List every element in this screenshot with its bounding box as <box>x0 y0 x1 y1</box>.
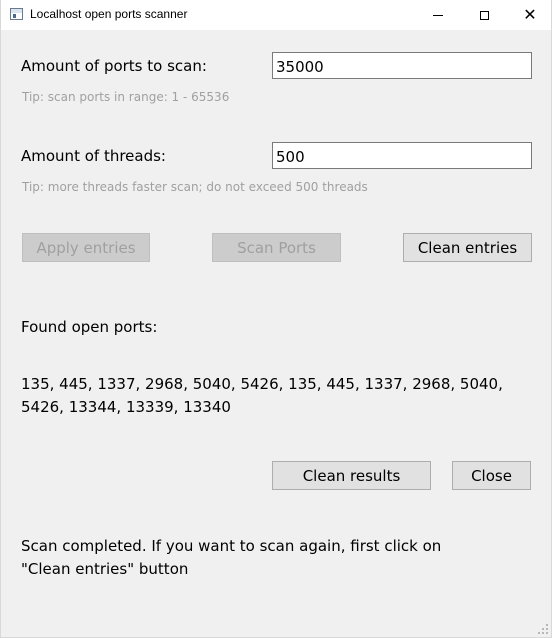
found-ports-list: 135, 445, 1337, 2968, 5040, 5426, 135, 4… <box>21 373 541 419</box>
app-icon <box>10 8 23 20</box>
clean-results-button[interactable]: Clean results <box>272 461 431 490</box>
ports-input[interactable] <box>272 52 532 79</box>
clean-entries-button[interactable]: Clean entries <box>403 233 532 262</box>
status-message: Scan completed. If you want to scan agai… <box>21 535 541 581</box>
threads-input[interactable] <box>272 142 532 169</box>
apply-entries-button[interactable]: Apply entries <box>22 233 150 262</box>
app-window: Localhost open ports scanner ✕ Amount of… <box>0 0 552 638</box>
status-line-2: "Clean entries" button <box>21 560 189 578</box>
scan-ports-button[interactable]: Scan Ports <box>212 233 341 262</box>
minimize-button[interactable] <box>415 0 461 30</box>
found-ports-line-2: 5426, 13344, 13339, 13340 <box>21 398 231 416</box>
close-window-button[interactable]: ✕ <box>507 0 551 30</box>
ports-tip: Tip: scan ports in range: 1 - 65536 <box>22 90 230 104</box>
close-icon: ✕ <box>523 5 537 24</box>
found-ports-label: Found open ports: <box>21 318 158 336</box>
title-bar[interactable]: Localhost open ports scanner ✕ <box>1 0 551 30</box>
threads-label: Amount of threads: <box>21 147 166 165</box>
resize-grip-icon[interactable] <box>538 624 548 634</box>
status-line-1: Scan completed. If you want to scan agai… <box>21 537 442 555</box>
maximize-icon <box>479 10 489 20</box>
window-title: Localhost open ports scanner <box>30 7 188 21</box>
found-ports-line-1: 135, 445, 1337, 2968, 5040, 5426, 135, 4… <box>21 375 503 393</box>
ports-label: Amount of ports to scan: <box>21 57 207 75</box>
threads-tip: Tip: more threads faster scan; do not ex… <box>22 180 368 194</box>
maximize-button[interactable] <box>461 0 507 30</box>
minimize-icon <box>433 14 443 16</box>
close-button[interactable]: Close <box>452 461 531 490</box>
